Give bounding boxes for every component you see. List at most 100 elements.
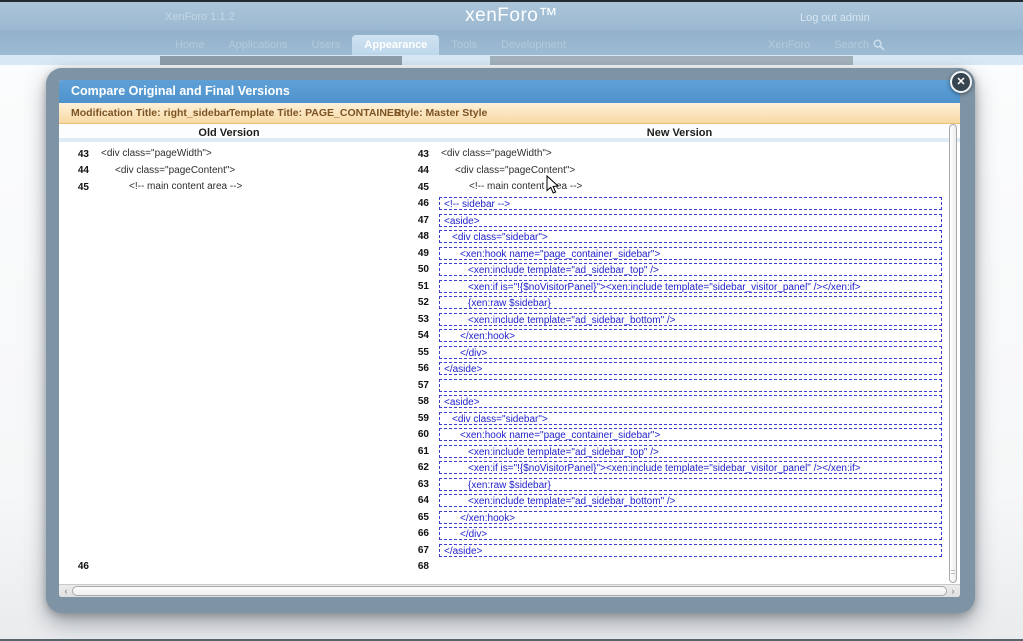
nav-tab-home[interactable]: Home <box>163 35 216 55</box>
vertical-scrollbar[interactable] <box>949 124 958 583</box>
diff-row-new: 63{xen:raw $sidebar} <box>399 476 942 493</box>
scroll-left-arrow-icon[interactable]: ‹ <box>60 585 72 597</box>
diff-row-new: 46<!-- sidebar --> <box>399 196 942 213</box>
line-number: 64 <box>399 495 429 506</box>
inserted-line-box: <xen:hook name="page_container_sidebar"> <box>439 428 942 441</box>
diff-row-new: 52 {xen:raw $sidebar} <box>399 295 942 312</box>
diff-column-headers: Old Version New Version <box>59 124 960 142</box>
line-number: 66 <box>399 528 429 539</box>
line-number: 50 <box>399 264 429 275</box>
horizontal-scrollbar[interactable]: ‹ › <box>59 584 960 597</box>
close-icon[interactable]: ✕ <box>950 71 972 93</box>
diff-row-old: 46 <box>59 559 399 576</box>
line-number: 43 <box>399 149 429 160</box>
diff-row-new: 43 <div class="pageWidth"> <box>399 146 942 163</box>
inserted-line-box: <xen:include template="ad_sidebar_top" /… <box>439 445 942 458</box>
nav-tab-development[interactable]: Development <box>489 35 578 55</box>
inserted-line-box: </xen:hook> <box>439 329 942 342</box>
modal-info-bar: Modification Title: right_sidebarTemplat… <box>59 103 960 124</box>
search-control[interactable]: Search <box>834 39 885 51</box>
old-version-heading: Old Version <box>59 124 399 138</box>
diff-row-new: 57 <box>399 377 942 394</box>
nav-tab-appearance[interactable]: Appearance <box>352 35 439 55</box>
line-number: 68 <box>399 561 429 572</box>
old-version-column: 43<div class="pageWidth">44<div class="p… <box>59 146 399 584</box>
line-number: 45 <box>59 182 89 193</box>
diff-row-new: 45<!-- main content area --> <box>399 179 942 196</box>
diff-row-new: 59 <div class="sidebar"> <box>399 410 942 427</box>
line-number: 48 <box>399 231 429 242</box>
inserted-line-box: <xen:include template="ad_sidebar_bottom… <box>439 313 942 326</box>
diff-gap <box>59 196 399 559</box>
line-number: 52 <box>399 297 429 308</box>
inserted-line-box <box>439 379 942 392</box>
info-field-value: PAGE_CONTAINER <box>305 107 401 119</box>
diff-row-old: 44<div class="pageContent"> <box>59 163 399 180</box>
main-nav-tabs: HomeApplicationsUsersAppearanceToolsDeve… <box>163 35 578 55</box>
scroll-right-arrow-icon[interactable]: › <box>947 585 959 597</box>
inserted-line-box: <xen:hook name="page_container_sidebar"> <box>439 247 942 260</box>
inserted-line-box: <aside> <box>439 395 942 408</box>
logout-link[interactable]: Log out admin <box>800 12 870 24</box>
line-number: 53 <box>399 314 429 325</box>
line-number: 51 <box>399 281 429 292</box>
nav-tab-applications[interactable]: Applications <box>216 35 299 55</box>
nav-right-group: XenForo Search <box>768 39 885 51</box>
info-field: Style: Master Style <box>394 103 487 123</box>
new-version-column: 43<div class="pageWidth">44<div class="p… <box>399 146 960 584</box>
line-number: 47 <box>399 215 429 226</box>
line-number: 57 <box>399 380 429 391</box>
modal-body: Compare Original and Final Versions Modi… <box>59 80 960 597</box>
main-nav-bar: HomeApplicationsUsersAppearanceToolsDeve… <box>0 30 1023 55</box>
diff-row-new: 67</aside> <box>399 542 942 559</box>
line-number: 59 <box>399 413 429 424</box>
nav-tab-tools[interactable]: Tools <box>439 35 489 55</box>
diff-row-new: 49<xen:hook name="page_container_sidebar… <box>399 245 942 262</box>
code-text: <div class="pageWidth"> <box>439 146 552 163</box>
diff-row-old: 43<div class="pageWidth"> <box>59 146 399 163</box>
diff-row-new: 58<aside> <box>399 394 942 411</box>
admin-header-bar: XenForo 1.1.2 xenForo™ Log out admin <box>0 2 1023 30</box>
diff-row-new: 62<xen:if is="!{$noVisitorPanel}"><xen:i… <box>399 460 942 477</box>
line-number: 62 <box>399 462 429 473</box>
line-number: 56 <box>399 363 429 374</box>
compare-versions-modal: ✕ Compare Original and Final Versions Mo… <box>46 68 975 613</box>
diff-table: Old Version New Version 43<div class="pa… <box>59 124 960 597</box>
inserted-line-box: </aside> <box>439 544 942 557</box>
horizontal-scrollbar-thumb[interactable] <box>72 586 947 596</box>
diff-row-new: 48 <div class="sidebar"> <box>399 229 942 246</box>
diff-row-old: 45<!-- main content area --> <box>59 179 399 196</box>
diff-row-new: 61<xen:include template="ad_sidebar_top"… <box>399 443 942 460</box>
diff-row-new: 66 </div> <box>399 526 942 543</box>
inserted-line-box: {xen:raw $sidebar} <box>439 296 942 309</box>
inserted-line-box: </div> <box>439 346 942 359</box>
inserted-line-box: <aside> <box>439 214 942 227</box>
info-field-value: right_sidebar <box>164 107 231 119</box>
inserted-line-box: <xen:include template="ad_sidebar_bottom… <box>439 494 942 507</box>
inserted-line-box: </xen:hook> <box>439 511 942 524</box>
diff-row-new: 60 <xen:hook name="page_container_sidebar… <box>399 427 942 444</box>
nav-tab-users[interactable]: Users <box>300 35 353 55</box>
line-number: 46 <box>59 561 89 572</box>
background-content-band <box>160 56 402 65</box>
background-content-band <box>490 56 853 65</box>
info-field-label: Modification Title: <box>71 107 161 119</box>
diff-row-new: 68 <box>399 559 942 576</box>
code-text: <div class="pageContent"> <box>439 163 575 180</box>
info-field: Template Title: PAGE_CONTAINER <box>229 103 402 123</box>
line-number: 60 <box>399 429 429 440</box>
diff-row-new: 54</xen:hook> <box>399 328 942 345</box>
forum-link[interactable]: XenForo <box>768 39 810 51</box>
info-field-value: Master Style <box>426 107 488 119</box>
diff-row-new: 56</aside> <box>399 361 942 378</box>
vertical-scrollbar-thumb[interactable] <box>949 124 957 583</box>
inserted-line-box: <div class="sidebar"> <box>439 230 942 243</box>
inserted-line-box: <!-- sidebar --> <box>439 197 942 210</box>
page: XenForo 1.1.2 xenForo™ Log out admin Hom… <box>0 0 1023 641</box>
line-number: 65 <box>399 512 429 523</box>
inserted-line-box: <div class="sidebar"> <box>439 412 942 425</box>
inserted-line-box: </div> <box>439 527 942 540</box>
diff-row-new: 55</div> <box>399 344 942 361</box>
diff-row-new: 64 <xen:include template="ad_sidebar_bott… <box>399 493 942 510</box>
page-substrip <box>0 55 1023 65</box>
